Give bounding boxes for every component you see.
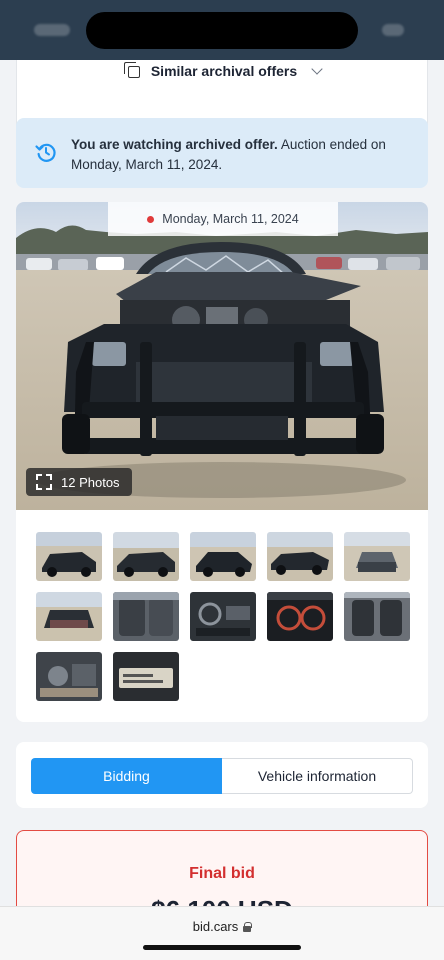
redacted-area	[86, 12, 358, 49]
photo-date-badge: Monday, March 11, 2024	[108, 202, 338, 236]
thumbnail[interactable]	[36, 652, 102, 701]
thumbnail-image	[344, 592, 410, 641]
thumbnail-image	[113, 532, 179, 581]
vehicle-photo-image	[16, 202, 428, 510]
thumbnail[interactable]	[190, 532, 256, 581]
tab-bidding[interactable]: Bidding	[31, 758, 222, 794]
thumbnail-image	[190, 532, 256, 581]
photos-count-button[interactable]: 12 Photos	[26, 468, 132, 496]
thumbnail[interactable]	[344, 532, 410, 581]
thumbnail[interactable]	[36, 592, 102, 641]
thumbnail[interactable]	[113, 532, 179, 581]
thumbnail-image	[267, 532, 333, 581]
copy-icon	[123, 62, 141, 80]
status-dot-icon	[147, 215, 155, 223]
thumbnail[interactable]	[344, 592, 410, 641]
thumbnail[interactable]	[113, 592, 179, 641]
thumbnail[interactable]	[190, 592, 256, 641]
thumbnail-image	[36, 532, 102, 581]
thumbnail-image	[36, 592, 102, 641]
thumbnail-image	[36, 652, 102, 701]
browser-address-bar[interactable]: bid.cars	[0, 906, 444, 960]
page-content: Similar archival offers You are watching…	[0, 60, 444, 908]
url-text: bid.cars	[192, 919, 239, 934]
thumbnail-image	[113, 652, 179, 701]
thumbnail-image	[267, 592, 333, 641]
photos-count-label: 12 Photos	[61, 474, 120, 490]
detail-tabs-card: Bidding Vehicle information	[16, 742, 428, 808]
archived-offer-banner: You are watching archived offer. Auction…	[16, 118, 428, 188]
status-bar	[0, 0, 444, 60]
thumbnail[interactable]	[36, 532, 102, 581]
thumbnail[interactable]	[113, 652, 179, 701]
url-display[interactable]: bid.cars	[0, 919, 444, 934]
thumbnail-image	[113, 592, 179, 641]
home-indicator[interactable]	[143, 945, 301, 950]
thumbnail[interactable]	[267, 592, 333, 641]
thumbnail-image	[190, 592, 256, 641]
photo-gallery: Monday, March 11, 2024 12 Photos	[16, 202, 428, 722]
final-bid-card: Final bid $6,100 USD	[16, 830, 428, 908]
tab-vehicle-information[interactable]: Vehicle information	[222, 758, 413, 794]
archived-offer-message: You are watching archived offer. Auction…	[71, 135, 411, 175]
status-time-blurred	[34, 24, 70, 36]
chevron-down-icon	[311, 63, 323, 75]
final-bid-label: Final bid	[189, 865, 255, 882]
lock-icon	[243, 921, 253, 932]
similar-offers-toggle[interactable]: Similar archival offers	[17, 60, 427, 85]
expand-icon	[36, 474, 52, 490]
main-vehicle-photo[interactable]: Monday, March 11, 2024 12 Photos	[16, 202, 428, 510]
history-icon	[35, 143, 56, 162]
archived-offer-strong: You are watching archived offer.	[71, 137, 278, 152]
photo-date-text: Monday, March 11, 2024	[162, 212, 299, 226]
thumbnail[interactable]	[267, 532, 333, 581]
status-icons-blurred	[382, 24, 404, 36]
thumbnail-image	[344, 532, 410, 581]
similar-offers-label: Similar archival offers	[150, 63, 298, 79]
